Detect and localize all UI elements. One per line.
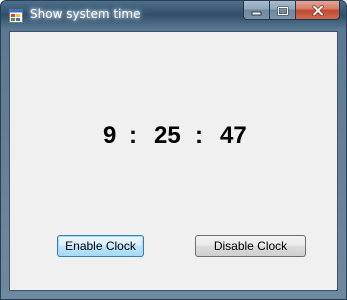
enable-clock-button[interactable]: Enable Clock: [57, 235, 144, 257]
app-icon[interactable]: [9, 8, 23, 23]
title-bar[interactable]: Show system time: [1, 1, 346, 31]
client-area: 9 : 25 : 47 Enable Clock Disable Clock: [9, 31, 338, 291]
maximize-icon: [277, 1, 289, 20]
clock-display: 9 : 25 : 47: [10, 120, 339, 156]
maximize-button[interactable]: [270, 1, 296, 20]
clock-seconds: 47: [220, 122, 247, 149]
minimize-button[interactable]: [243, 1, 270, 20]
disable-clock-button[interactable]: Disable Clock: [195, 235, 306, 257]
caption-buttons: [243, 1, 340, 21]
window-title: Show system time: [30, 7, 141, 21]
clock-separator-2: :: [195, 122, 203, 149]
close-icon: [311, 1, 324, 20]
minimize-icon: [251, 1, 262, 20]
app-window: Show system time 9: 25: 47 Enable Cloc…: [0, 0, 347, 300]
clock-separator-1: :: [129, 122, 137, 149]
close-button[interactable]: [296, 1, 340, 20]
clock-minutes: 25: [154, 122, 181, 149]
clock-hours: 9: [103, 122, 117, 149]
